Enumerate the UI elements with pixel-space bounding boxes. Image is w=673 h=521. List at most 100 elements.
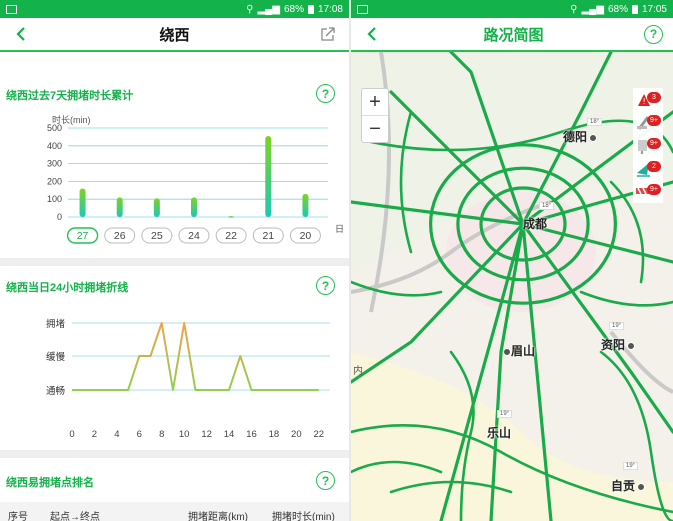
ranking-help-button[interactable]: ? xyxy=(316,471,335,490)
traffic-map[interactable]: + − ! 3 9+ 9+ 2 9+ 德阳 成都 眉山 资阳 乐山 自贡 18°… xyxy=(351,52,673,521)
weather-count-badge: 2 xyxy=(647,161,661,172)
x-tick-label: 10 xyxy=(179,429,190,440)
signal-icon: ▂▄▆ xyxy=(581,3,604,15)
bar-27 xyxy=(79,188,86,217)
congestion-line xyxy=(72,322,319,391)
x-tick-label: 18 xyxy=(269,429,280,440)
day-label: 21 xyxy=(262,230,274,242)
share-button[interactable] xyxy=(317,23,339,45)
weather-tag: 18° xyxy=(587,118,603,126)
y-tick-label: 400 xyxy=(47,141,62,151)
page-title: 路况简图 xyxy=(483,26,544,44)
city-marker-icon xyxy=(637,482,646,491)
closure-count-badge: 9+ xyxy=(647,184,661,195)
battery-percent: 68% xyxy=(283,3,304,15)
level-label: 拥堵 xyxy=(46,318,66,330)
zoom-out-button[interactable]: − xyxy=(362,115,388,142)
zoom-in-button[interactable]: + xyxy=(362,89,388,115)
construction-filter[interactable]: 9+ xyxy=(633,111,663,134)
x-tick-label: 6 xyxy=(137,429,142,440)
city-label-chengdu[interactable]: 成都 xyxy=(523,215,547,232)
city-label-zigong[interactable]: 自贡 xyxy=(611,477,646,494)
bar-22 xyxy=(228,216,235,218)
ranking-card: 绕西易拥堵点排名 ? 序号 起点→终点 拥堵距离(km) 拥堵时长(min) xyxy=(0,458,349,521)
battery-icon xyxy=(631,4,638,14)
ranking-card-title: 绕西易拥堵点排名 xyxy=(6,477,94,489)
bar-24 xyxy=(191,197,197,217)
x-tick-label: 20 xyxy=(291,429,302,440)
city-marker-icon xyxy=(627,341,636,350)
day-label: 20 xyxy=(300,230,312,242)
header-index: 序号 xyxy=(8,512,28,521)
x-tick-label: 14 xyxy=(224,429,235,440)
y-tick-label: 200 xyxy=(47,176,62,186)
day-label: 25 xyxy=(151,230,163,242)
city-name: 成都 xyxy=(523,217,548,231)
day-label: 26 xyxy=(114,230,126,242)
city-label-leshan[interactable]: 乐山 xyxy=(487,424,511,441)
chevron-left-icon xyxy=(367,27,376,41)
signal-icon: ▂▄▆ xyxy=(257,3,280,15)
image-notification-icon xyxy=(357,4,368,14)
traffic-map-screen: ⚲ ▂▄▆ 68% 17:05 路况简图 ? + − ! 3 9+ 9+ 2 9… xyxy=(351,0,673,521)
y-tick-label: 0 xyxy=(57,212,62,222)
bar-26 xyxy=(116,197,123,217)
accident-filter[interactable]: ! 3 xyxy=(633,88,663,111)
city-name: 资阳 xyxy=(601,338,626,352)
city-name: 乐山 xyxy=(487,426,512,440)
weather-tag: 19° xyxy=(609,322,625,330)
weather-filter[interactable]: 2 xyxy=(633,157,663,180)
closure-filter[interactable]: 9+ xyxy=(633,180,663,203)
image-notification-icon xyxy=(6,4,17,14)
weekly-congestion-card: 绕西过去7天拥堵时长累计 ? 时长(min) 500 400 300 200 100 0 27… xyxy=(0,54,349,254)
weekly-bar-chart: 时长(min)500400300200100027 26 25 24 22 21 20日 xyxy=(47,114,344,244)
header-distance: 拥堵距离(km) xyxy=(188,512,248,521)
back-button[interactable] xyxy=(10,23,32,45)
city-label-deyang[interactable]: 德阳 xyxy=(563,128,598,145)
battery-icon xyxy=(307,4,314,14)
back-button[interactable] xyxy=(361,23,383,45)
top-nav-bar: 绕西 xyxy=(0,18,349,52)
ranking-table-header: 序号 起点→终点 拥堵距离(km) 拥堵时长(min) xyxy=(0,502,349,521)
daily-congestion-card: 绕西当日24小时拥堵折线 ? 拥堵 缓慢 通畅 0 2 4 6 8 10 12 14 16 18 20 22 xyxy=(0,266,349,446)
bar-25 xyxy=(153,198,160,217)
bar-20 xyxy=(302,193,309,217)
event-filter-panel: ! 3 9+ 9+ 2 9+ xyxy=(633,88,663,203)
x-tick-label: 16 xyxy=(246,429,257,440)
city-name: 自贡 xyxy=(611,479,636,493)
status-bar: ⚲ ▂▄▆ 68% 17:05 xyxy=(351,0,673,18)
y-tick-label: 100 xyxy=(47,194,62,204)
day-label: 27 xyxy=(77,230,89,242)
status-bar: ⚲ ▂▄▆ 68% 17:08 xyxy=(0,0,349,18)
section-divider xyxy=(0,450,349,458)
map-help-button[interactable]: ? xyxy=(643,24,663,44)
zoom-control: + − xyxy=(361,88,389,143)
city-name: 德阳 xyxy=(563,130,588,144)
status-time: 17:08 xyxy=(317,3,343,15)
weather-tag: 18° xyxy=(539,202,555,210)
city-label-ziyang[interactable]: 资阳 xyxy=(601,336,636,353)
status-time: 17:05 xyxy=(641,3,667,15)
top-nav-bar: 路况简图 ? xyxy=(351,18,673,52)
day-label: 24 xyxy=(188,230,200,242)
map-edge-label: 内 xyxy=(353,366,363,377)
construction-count-badge: 9+ xyxy=(647,115,661,126)
share-icon xyxy=(321,27,335,41)
battery-percent: 68% xyxy=(607,3,628,15)
city-marker-icon xyxy=(589,133,598,142)
x-tick-label: 12 xyxy=(201,429,212,440)
control-filter[interactable]: 9+ xyxy=(633,134,663,157)
x-tick-label: 22 xyxy=(313,429,324,440)
city-label-meishan[interactable]: 眉山 xyxy=(501,342,535,359)
x-tick-label: 4 xyxy=(114,429,119,440)
control-count-badge: 9+ xyxy=(647,138,661,149)
location-icon: ⚲ xyxy=(246,3,254,15)
city-marker-icon xyxy=(503,347,511,356)
y-tick-label: 500 xyxy=(47,123,62,133)
header-route: 起点→终点 xyxy=(50,512,100,521)
x-tick-label: 2 xyxy=(92,429,97,440)
chevron-left-icon xyxy=(16,27,25,41)
section-divider xyxy=(0,258,349,266)
bar-21 xyxy=(265,136,272,217)
level-label: 通畅 xyxy=(46,385,65,397)
